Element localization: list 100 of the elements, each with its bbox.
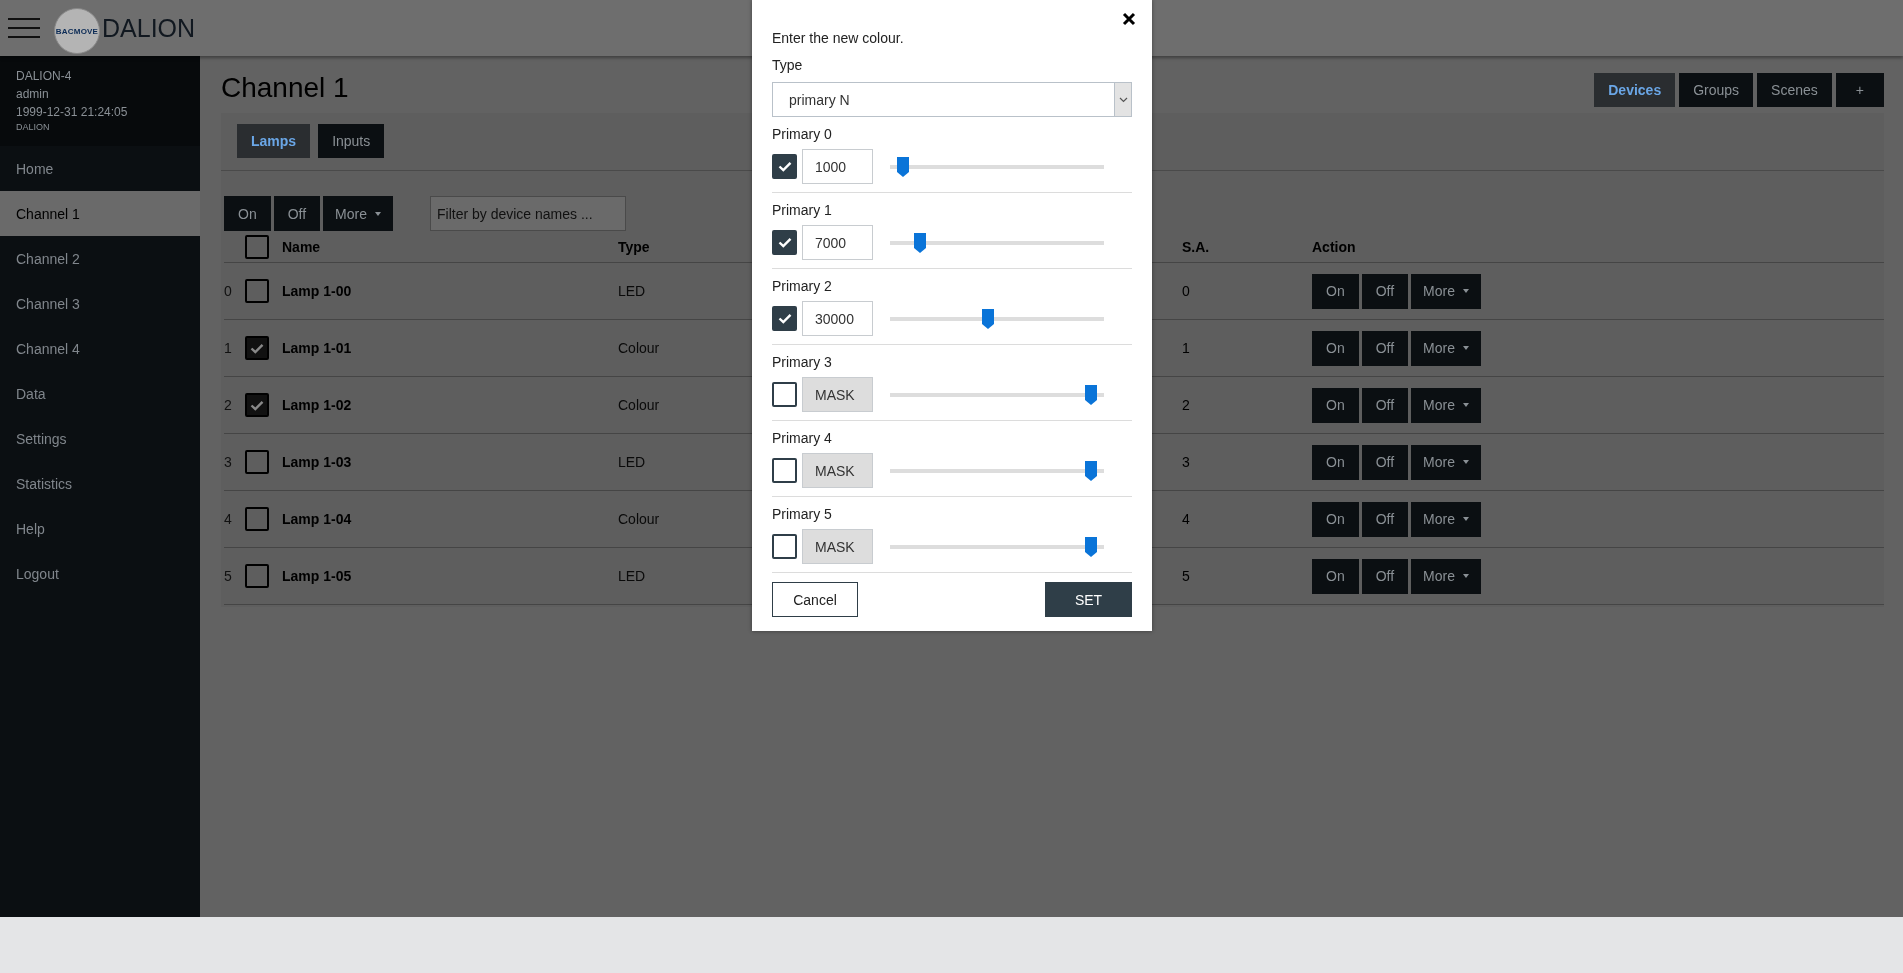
more-button[interactable]: More <box>1411 444 1481 480</box>
action-button[interactable]: Off <box>1361 444 1409 480</box>
primary-value-field[interactable]: MASK <box>802 453 873 488</box>
lamp-type: Colour <box>618 511 660 527</box>
lamp-type: Colour <box>618 397 660 413</box>
primary-value-field[interactable]: MASK <box>802 377 873 412</box>
select-all-checkbox[interactable] <box>245 234 269 259</box>
cancel-button[interactable]: Cancel <box>772 582 858 617</box>
primary-value-field[interactable]: MASK <box>802 529 873 564</box>
sidebar-item[interactable]: Channel 3 <box>0 281 200 326</box>
more-button[interactable]: More <box>1411 501 1481 537</box>
primary-checkbox[interactable] <box>772 230 797 255</box>
action-button[interactable]: On <box>1312 387 1359 423</box>
row-checkbox[interactable] <box>245 507 269 531</box>
sidebar-item[interactable]: Statistics <box>0 461 200 506</box>
caret-icon <box>375 211 381 216</box>
row-index: 3 <box>224 454 232 470</box>
row-index: 1 <box>224 340 232 356</box>
primary-value-field[interactable]: 30000 <box>802 301 873 336</box>
view-tab[interactable]: Groups <box>1679 73 1754 107</box>
lamp-name: Lamp 1-04 <box>282 511 352 527</box>
lamp-type: Colour <box>618 340 660 356</box>
row-checkbox[interactable] <box>245 450 269 474</box>
action-button[interactable]: Off <box>1361 558 1409 594</box>
caret-icon <box>1463 574 1469 578</box>
caret-icon <box>1463 517 1469 521</box>
action-button[interactable]: Off <box>1361 330 1409 366</box>
chevron-down-icon <box>1118 96 1128 103</box>
slider-thumb[interactable] <box>913 232 926 253</box>
column-header: Type <box>618 238 650 255</box>
row-index: 4 <box>224 511 232 527</box>
primary-checkbox[interactable] <box>772 382 797 407</box>
action-button[interactable]: On <box>1312 501 1359 537</box>
primary-value-field[interactable]: 1000 <box>802 149 873 184</box>
info-text: admin <box>16 86 50 102</box>
column-header: S.A. <box>1182 238 1210 255</box>
primary-label: Primary 1 <box>772 202 833 218</box>
tab[interactable]: Lamps <box>237 124 311 158</box>
close-icon[interactable] <box>1122 12 1136 26</box>
short-address: 3 <box>1182 454 1190 470</box>
row-checkbox[interactable] <box>245 336 269 360</box>
more-button[interactable]: More <box>323 196 393 231</box>
action-button[interactable]: Off <box>273 196 321 231</box>
sidebar-item[interactable]: Data <box>0 371 200 416</box>
slider-thumb[interactable] <box>1085 536 1098 557</box>
action-button[interactable]: On <box>1312 330 1359 366</box>
row-checkbox[interactable] <box>245 393 269 417</box>
more-button[interactable]: More <box>1411 558 1481 594</box>
view-tab[interactable]: + <box>1835 73 1884 107</box>
set-button[interactable]: SET <box>1045 582 1132 617</box>
slider-thumb[interactable] <box>896 156 909 177</box>
primary-label: Primary 3 <box>772 354 833 370</box>
primary-checkbox[interactable] <box>772 458 797 483</box>
action-button[interactable]: Off <box>1361 501 1409 537</box>
lamp-name: Lamp 1-01 <box>282 340 352 356</box>
action-button[interactable]: On <box>1312 444 1359 480</box>
more-button[interactable]: More <box>1411 387 1481 423</box>
logo: BACMOVE <box>54 8 100 54</box>
type-select[interactable]: primary N <box>772 82 1132 117</box>
action-button[interactable]: Off <box>1361 387 1409 423</box>
filter-field[interactable]: Filter by device names ... <box>430 196 626 231</box>
lamp-type: LED <box>618 454 646 470</box>
primary-value-field[interactable]: 7000 <box>802 225 873 260</box>
sidebar-item[interactable]: Channel 1 <box>0 191 200 236</box>
sidebar-item[interactable]: Logout <box>0 551 200 596</box>
sidebar-item[interactable]: Help <box>0 506 200 551</box>
info-text: DALION <box>16 122 51 132</box>
row-checkbox[interactable] <box>245 279 269 303</box>
action-button[interactable]: Off <box>1361 273 1409 309</box>
action-button[interactable]: On <box>1312 273 1359 309</box>
slider-thumb[interactable] <box>1085 384 1098 405</box>
primary-checkbox[interactable] <box>772 306 797 331</box>
sidebar-item[interactable]: Settings <box>0 416 200 461</box>
action-button[interactable]: On <box>224 196 271 231</box>
short-address: 1 <box>1182 340 1190 356</box>
sidebar-item[interactable]: Channel 4 <box>0 326 200 371</box>
check-icon <box>777 237 792 248</box>
view-tab[interactable]: Scenes <box>1757 73 1832 107</box>
slider-thumb[interactable] <box>982 308 995 329</box>
short-address: 2 <box>1182 397 1190 413</box>
primary-checkbox[interactable] <box>772 154 797 179</box>
menu-icon[interactable] <box>8 17 40 39</box>
view-tab[interactable]: Devices <box>1594 73 1676 107</box>
more-button[interactable]: More <box>1411 273 1481 309</box>
check-icon <box>777 313 792 324</box>
lamp-type: LED <box>618 568 646 584</box>
sidebar-item[interactable]: Channel 2 <box>0 236 200 281</box>
row-index: 2 <box>224 397 232 413</box>
tab[interactable]: Inputs <box>318 124 385 158</box>
column-header: Name <box>282 238 321 255</box>
primary-checkbox[interactable] <box>772 534 797 559</box>
sidebar-item[interactable]: Home <box>0 146 200 191</box>
page-title: Channel 1 <box>221 71 349 105</box>
action-button[interactable]: On <box>1312 558 1359 594</box>
more-button[interactable]: More <box>1411 330 1481 366</box>
lamp-name: Lamp 1-05 <box>282 568 352 584</box>
row-checkbox[interactable] <box>245 564 269 588</box>
lamp-name: Lamp 1-00 <box>282 283 352 299</box>
check-icon <box>250 342 264 354</box>
slider-thumb[interactable] <box>1085 460 1098 481</box>
